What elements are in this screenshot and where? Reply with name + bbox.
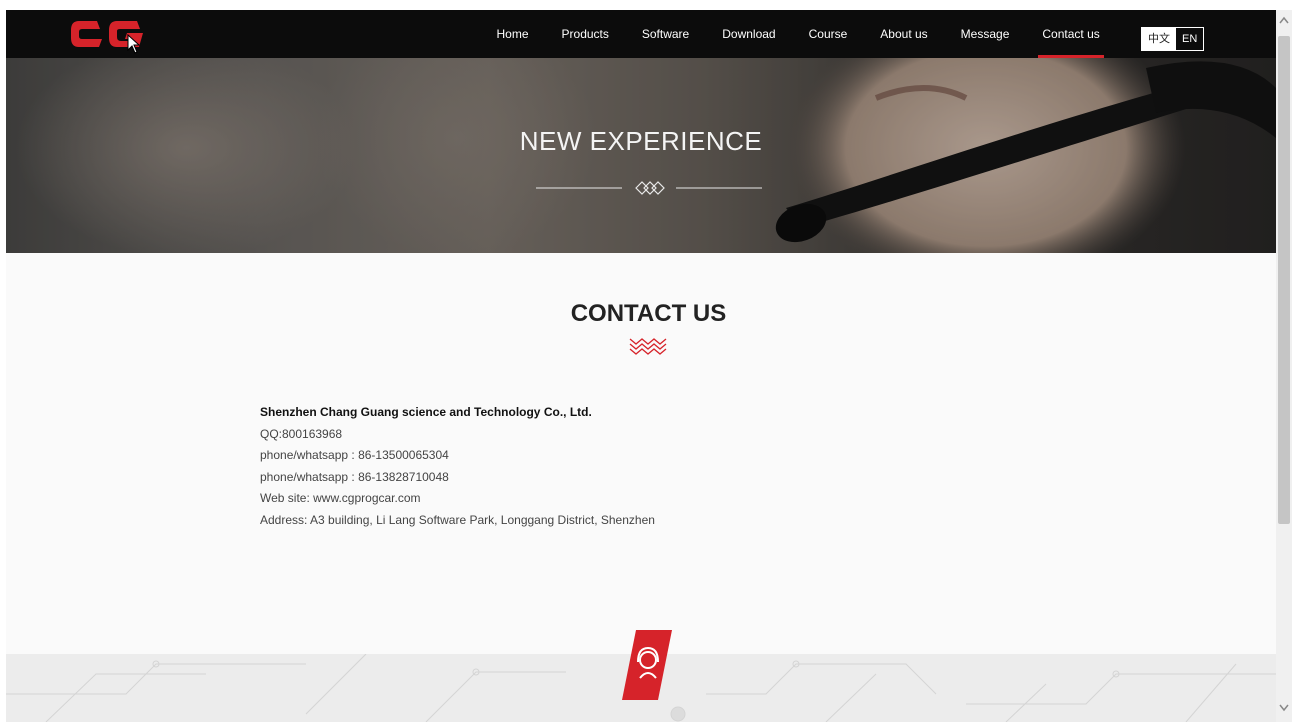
- top-navbar: Home Products Software Download Course A…: [6, 10, 1276, 58]
- window-top-strip: [0, 0, 1299, 10]
- page-viewport: Home Products Software Download Course A…: [6, 10, 1276, 722]
- phone-whatsapp-1: phone/whatsapp : 86-13500065304: [260, 448, 449, 462]
- nav-products[interactable]: Products: [545, 10, 625, 58]
- contact-info-block: Shenzhen Chang Guang science and Technol…: [260, 402, 655, 531]
- lang-en-button[interactable]: EN: [1176, 28, 1204, 50]
- nav-about-us[interactable]: About us: [864, 10, 944, 58]
- nav-home[interactable]: Home: [480, 10, 545, 58]
- nav-course[interactable]: Course: [792, 10, 864, 58]
- scroll-down-arrow-icon[interactable]: [1279, 704, 1289, 712]
- nav-contact-us[interactable]: Contact us: [1026, 10, 1116, 58]
- hero-banner: NEW EXPERIENCE: [6, 58, 1276, 253]
- contact-section-title: CONTACT US: [570, 300, 727, 327]
- zigzag-ornament-icon: [629, 338, 667, 355]
- scroll-up-arrow-icon[interactable]: [1279, 16, 1289, 24]
- nav-software[interactable]: Software: [625, 10, 705, 58]
- company-name: Shenzhen Chang Guang science and Technol…: [260, 405, 592, 419]
- hero-divider-ornament-icon: [536, 181, 762, 195]
- scrollbar-thumb[interactable]: [1278, 36, 1290, 524]
- nav-download[interactable]: Download: [706, 10, 792, 58]
- lang-zh-button[interactable]: 中文: [1142, 28, 1176, 50]
- customer-service-icon[interactable]: [622, 630, 672, 700]
- website-text: Web site: www.cgprogcar.com: [260, 491, 421, 505]
- phone-whatsapp-2: phone/whatsapp : 86-13828710048: [260, 469, 449, 484]
- nav-message[interactable]: Message: [944, 10, 1026, 58]
- address-text: Address: A3 building, Li Lang Software P…: [260, 512, 655, 527]
- mouse-cursor-icon: [127, 34, 141, 54]
- language-switcher: 中文 EN: [1141, 27, 1205, 51]
- hero-title: NEW EXPERIENCE: [519, 126, 763, 156]
- main-nav: Home Products Software Download Course A…: [480, 10, 1116, 58]
- qq-number: QQ:800163968: [260, 426, 343, 441]
